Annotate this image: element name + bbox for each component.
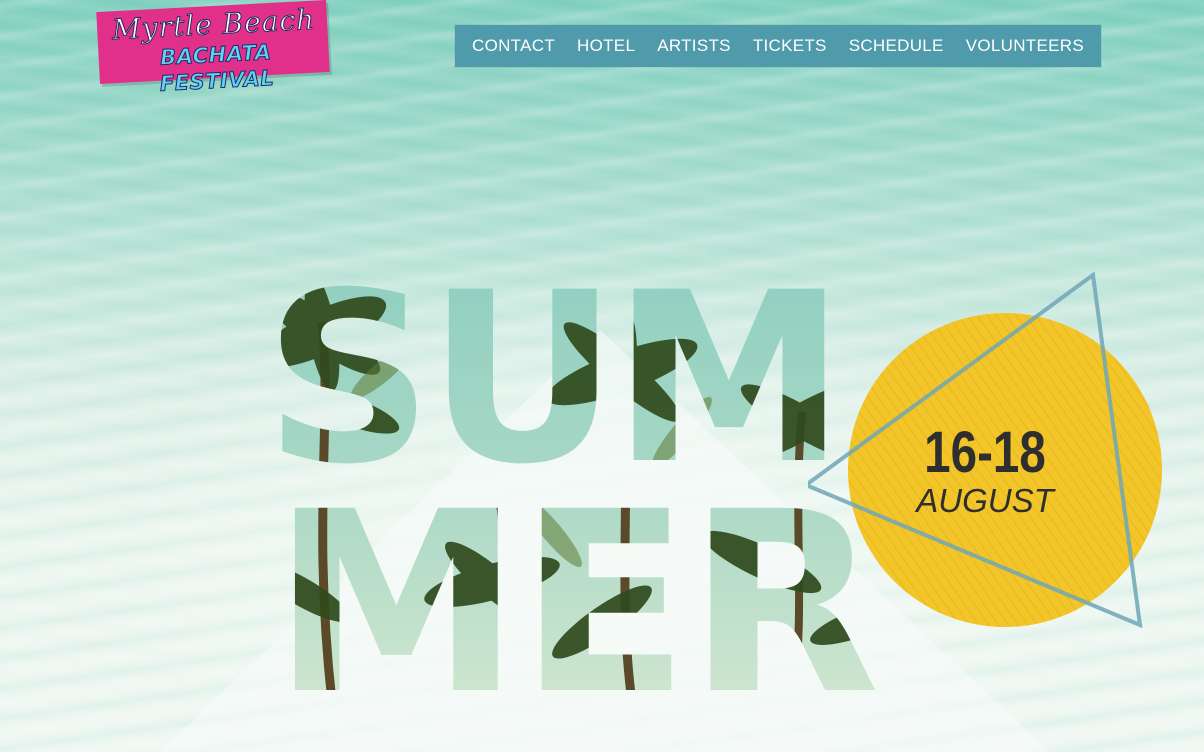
event-month: AUGUST <box>916 482 1054 519</box>
nav-tickets[interactable]: TICKETS <box>753 36 827 56</box>
event-date-range: 16-18 <box>924 420 1046 485</box>
nav-schedule[interactable]: SCHEDULE <box>849 36 944 56</box>
nav-hotel[interactable]: HOTEL <box>577 36 635 56</box>
nav-contact[interactable]: CONTACT <box>472 36 555 56</box>
summer-line-2: MER <box>272 458 878 702</box>
festival-logo[interactable]: Myrtle Beach BACHATA FESTIVAL <box>96 0 330 96</box>
main-nav: CONTACT HOTEL ARTISTS TICKETS SCHEDULE V… <box>455 25 1101 67</box>
nav-volunteers[interactable]: VOLUNTEERS <box>966 36 1084 56</box>
nav-artists[interactable]: ARTISTS <box>657 36 731 56</box>
